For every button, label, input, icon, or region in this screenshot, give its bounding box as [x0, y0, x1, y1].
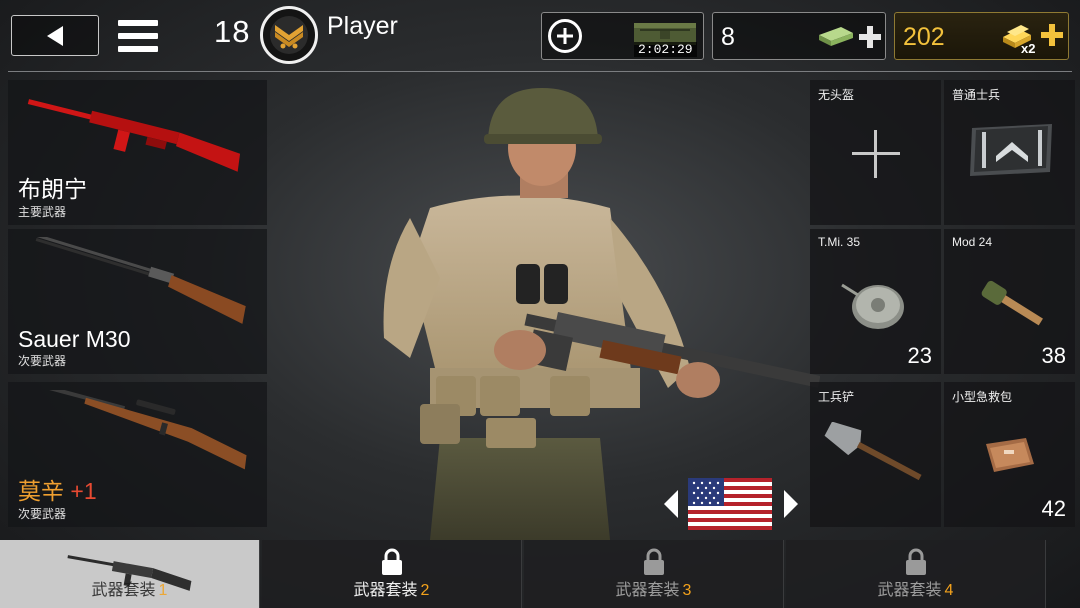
stick-grenade-icon — [981, 280, 1043, 326]
weapon-type: 次要武器 — [18, 354, 67, 368]
weapon-name: Sauer M30 — [18, 326, 131, 352]
rank-patch-icon — [970, 124, 1052, 176]
helmet-slot[interactable]: 无头盔 — [810, 80, 941, 225]
medkit-icon — [986, 438, 1034, 472]
player-level: 18 — [214, 14, 251, 49]
weapon-slot-primary[interactable]: 布朗宁 主要武器 — [8, 80, 267, 225]
weapon-name: 布朗宁 — [18, 176, 87, 202]
lock-icon — [381, 548, 402, 575]
mosin-rifle-icon — [37, 390, 247, 470]
tab-label: 武器套装 1 — [91, 582, 168, 599]
gold-multiplier: x2 — [1021, 41, 1036, 56]
supply-crate-box[interactable]: 2:02:29 — [541, 12, 704, 60]
weapon-slot-secondary[interactable]: Sauer M30 次要武器 — [8, 229, 267, 374]
cash-value: 8 — [721, 23, 735, 51]
landmine-icon — [841, 283, 904, 329]
class-slot[interactable]: 普通士兵 — [944, 80, 1075, 225]
sergeant-rank-icon[interactable] — [260, 6, 318, 64]
tab-loadout-1[interactable]: 武器套装 1 — [0, 540, 260, 608]
weapon-type: 主要武器 — [18, 205, 67, 219]
grenade-slot[interactable]: Mod 24 38 — [944, 229, 1075, 374]
weapon-name: 莫辛 +1 — [18, 478, 97, 504]
tab-loadout-4[interactable]: 武器套装 4 — [786, 540, 1046, 608]
item-count: 23 — [907, 343, 932, 368]
add-gold-icon[interactable] — [1041, 24, 1063, 46]
divider — [8, 71, 1072, 72]
usa-flag-icon[interactable] — [688, 478, 772, 530]
equipment-label: T.Mi. 35 — [818, 235, 861, 249]
weapon-type: 次要武器 — [18, 507, 67, 521]
tab-label: 武器套装 3 — [615, 582, 692, 599]
lock-icon — [643, 548, 664, 575]
loadout-tabs: 武器套装 1 武器套装 2 武器套装 3 武器套装 4 — [0, 540, 1080, 608]
item-count: 38 — [1041, 343, 1066, 368]
previous-nation-arrow-icon[interactable] — [664, 490, 678, 518]
lock-icon — [905, 548, 926, 575]
empty-slot-plus-icon — [852, 130, 900, 178]
next-nation-arrow-icon[interactable] — [784, 490, 798, 518]
mine-slot[interactable]: T.Mi. 35 23 — [810, 229, 941, 374]
add-cash-icon[interactable] — [859, 26, 881, 48]
melee-slot[interactable]: 工兵铲 — [810, 382, 941, 527]
equipment-label: Mod 24 — [952, 235, 993, 249]
browning-rifle-icon — [27, 99, 241, 172]
tab-loadout-2[interactable]: 武器套装 2 — [262, 540, 522, 608]
tab-loadout-3[interactable]: 武器套装 3 — [524, 540, 784, 608]
gold-box[interactable]: 202 x2 — [894, 12, 1069, 60]
menu-icon[interactable] — [118, 18, 158, 54]
equipment-label: 普通士兵 — [952, 88, 1001, 102]
item-count: 42 — [1041, 496, 1066, 521]
tab-label: 武器套装 2 — [353, 582, 430, 599]
add-icon[interactable] — [548, 19, 582, 53]
upgrade-level: +1 — [70, 478, 97, 504]
top-bar: 18 Player 2:02:29 8 202 x2 — [0, 0, 1080, 72]
back-button[interactable] — [11, 15, 99, 56]
tab-label: 武器套装 4 — [877, 582, 954, 599]
equipment-label: 无头盔 — [818, 88, 855, 102]
crate-timer: 2:02:29 — [634, 42, 697, 57]
shovel-icon — [824, 422, 922, 481]
shotgun-icon — [35, 237, 246, 324]
cash-bundle-icon — [819, 27, 853, 46]
weapon-slot-sniper[interactable]: 莫辛 +1 次要武器 — [8, 382, 267, 527]
player-name[interactable]: Player — [327, 12, 398, 41]
cash-box[interactable]: 8 — [712, 12, 886, 60]
back-arrow-icon — [47, 25, 63, 46]
soldier-character — [383, 88, 820, 540]
nation-selector — [664, 478, 798, 530]
equipment-label: 工兵铲 — [818, 390, 855, 404]
gold-value: 202 — [903, 23, 945, 51]
medkit-slot[interactable]: 小型急救包 42 — [944, 382, 1075, 527]
equipment-label: 小型急救包 — [952, 390, 1013, 404]
